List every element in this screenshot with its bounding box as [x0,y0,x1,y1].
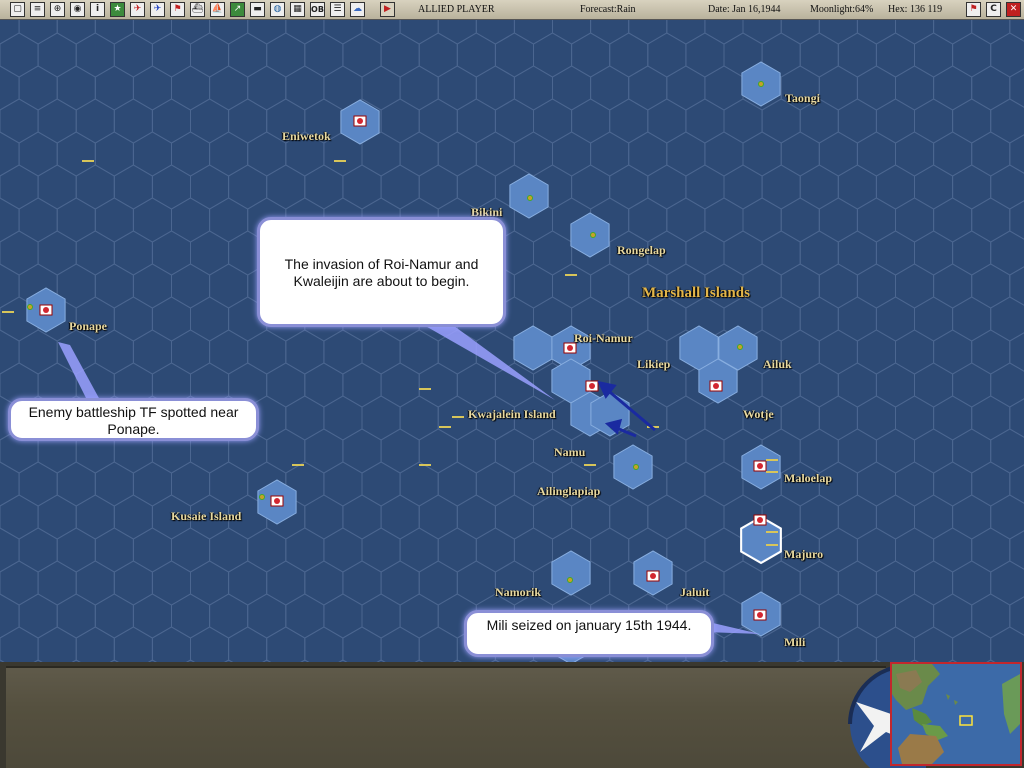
play-icon[interactable]: ▶ [380,2,395,17]
doc-icon[interactable]: ≡ [30,2,45,17]
globe-icon[interactable]: ◉ [70,2,85,17]
ship-icon[interactable]: ⛴ [190,2,205,17]
callout-invasion: The invasion of Roi-Namur and Kwaleijin … [257,217,506,327]
label-marshall-islands: Marshall Islands [642,285,750,301]
label-taongi: Taongi [785,91,820,105]
ship-icon[interactable] [334,160,346,162]
label-kwajalein: Kwajalein Island [468,407,556,421]
label-ailuk: Ailuk [763,357,792,371]
label-wotje: Wotje [743,407,774,421]
mini-map[interactable] [890,662,1022,766]
carrier-icon[interactable]: ▬ [250,2,265,17]
flag-icon[interactable]: ⚑ [170,2,185,17]
toolbar: ▢ ≡ ⊕ ◉ i ★ ✈ ✈ ⚑ ⛴ ⛵ ↗ ▬ ◍ ▦ OB ☰ ☁ ▶ A… [0,0,1024,20]
ship-icon[interactable] [766,531,778,533]
atoll-dot [567,577,573,583]
atoll-dot [633,464,639,470]
zoom-icon[interactable]: ⊕ [50,2,65,17]
graph-icon[interactable]: ↗ [230,2,245,17]
player-label: ALLIED PLAYER [418,4,495,15]
callout-mili: Mili seized on january 15th 1944. [464,610,714,657]
japanese-base-icon[interactable] [646,570,660,582]
label-maloelap: Maloelap [784,471,832,485]
label-jaluit: Jaluit [680,585,710,599]
ship-icon[interactable] [2,311,14,313]
hex-map[interactable] [0,20,1024,662]
ground-icon[interactable]: ▦ [290,2,305,17]
ship-icon[interactable] [766,544,778,546]
ship-icon[interactable] [452,416,464,418]
japanese-base-icon[interactable] [585,380,599,392]
label-ailinglapiap: Ailinglapiap [537,484,601,498]
atoll-dot [259,494,265,500]
japanese-base-icon[interactable] [270,495,284,507]
ship-icon[interactable] [565,274,577,276]
cloud-icon[interactable]: ☁ [350,2,365,17]
ship-alt-icon[interactable]: ⛵ [210,2,225,17]
ob-button[interactable]: OB [310,2,325,17]
japanese-base-icon[interactable] [709,380,723,392]
label-roi-namur: Roi-Namur [574,331,633,345]
ship-icon[interactable] [766,459,778,461]
atoll-dot [737,344,743,350]
label-mili: Mili [784,635,806,649]
hex-label: Hex: 136 119 [888,4,943,15]
info-button[interactable]: i [90,2,105,17]
c-button[interactable]: C [986,2,1001,17]
label-namu: Namu [554,445,586,459]
star-icon[interactable]: ★ [110,2,125,17]
ship-icon[interactable] [82,160,94,162]
label-kusaie: Kusaie Island [171,509,242,523]
ship-icon[interactable] [292,464,304,466]
japanese-base-icon[interactable] [39,304,53,316]
square-icon[interactable]: ▢ [10,2,25,17]
ship-icon[interactable] [419,464,431,466]
japanese-base-icon[interactable] [753,609,767,621]
ship-icon[interactable] [766,471,778,473]
ship-icon[interactable] [584,464,596,466]
plane-blue-icon[interactable]: ✈ [150,2,165,17]
label-ponape: Ponape [69,319,108,333]
japanese-base-icon[interactable] [753,460,767,472]
plane-red-icon[interactable]: ✈ [130,2,145,17]
label-rongelap: Rongelap [617,243,666,257]
label-majuro: Majuro [784,547,824,561]
atoll-dot [590,232,596,238]
flag-exit-icon[interactable]: ⚑ [966,2,981,17]
label-likiep: Likiep [637,357,671,371]
list-icon[interactable]: ☰ [330,2,345,17]
message-area [6,666,886,768]
ship-icon[interactable] [439,426,451,428]
japanese-base-icon[interactable] [753,514,767,526]
label-eniwetok: Eniwetok [282,129,331,143]
label-namorik: Namorik [495,585,541,599]
map-area[interactable]: Taongi Eniwetok Bikini Rongelap Marshall… [0,20,1024,662]
atoll-dot [27,304,33,310]
atoll-dot [758,81,764,87]
callout-ponape: Enemy battleship TF spotted near Ponape. [8,398,259,441]
atoll-dot [527,195,533,201]
date-label: Date: Jan 16,1944 [708,4,781,15]
forecast-label: Forecast:Rain [580,4,636,15]
ship-icon[interactable] [419,388,431,390]
japanese-base-icon[interactable] [353,115,367,127]
globe-alt-icon[interactable]: ◍ [270,2,285,17]
moonlight-label: Moonlight:64% [810,4,874,15]
close-icon[interactable]: ✕ [1006,2,1021,17]
